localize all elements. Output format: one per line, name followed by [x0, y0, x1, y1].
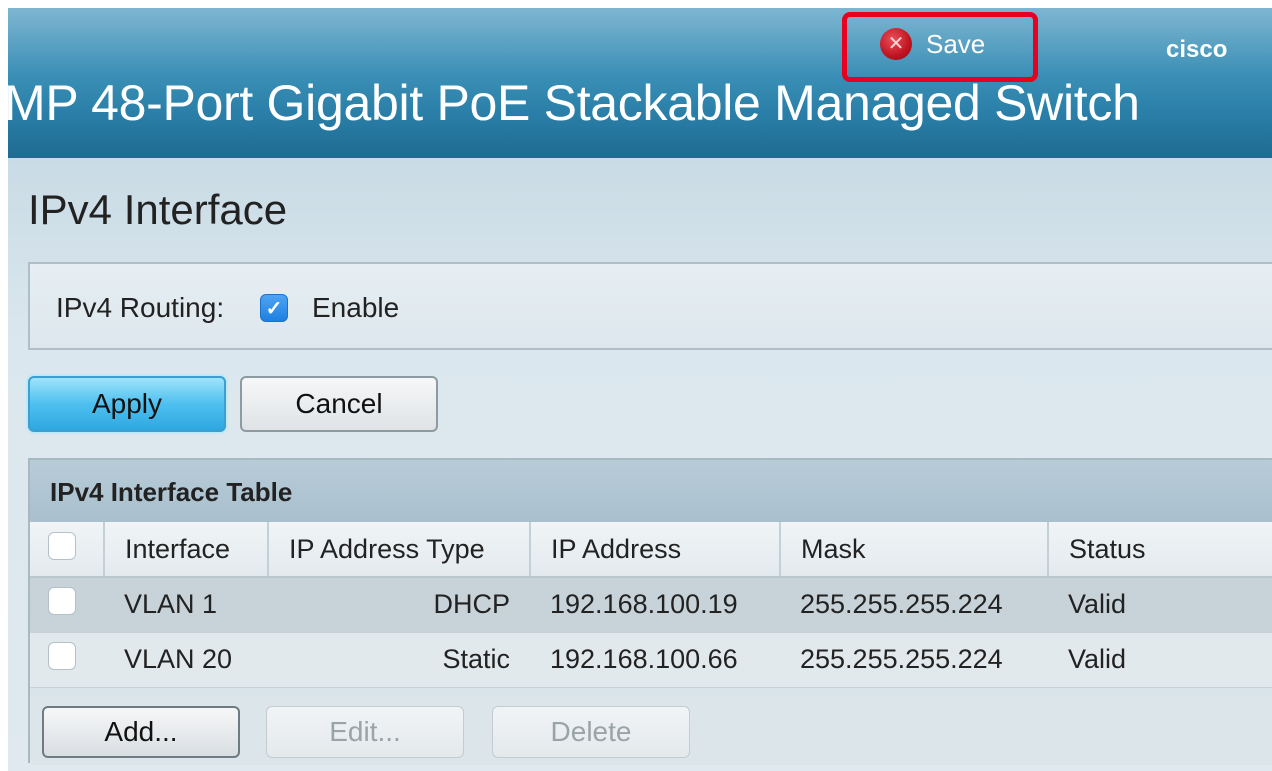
table-caption-label: IPv4 Interface Table	[50, 477, 293, 507]
row-select-cell	[30, 632, 104, 688]
save-alert-icon: ✕	[880, 28, 912, 60]
cell-interface: VLAN 20	[104, 632, 268, 688]
ipv4-interface-table: Interface IP Address Type IP Address Mas…	[30, 522, 1272, 688]
row-select-checkbox[interactable]	[48, 642, 76, 670]
cell-mask: 255.255.255.224	[780, 632, 1048, 688]
cancel-button[interactable]: Cancel	[240, 376, 438, 432]
column-header-ip-address[interactable]: IP Address	[530, 522, 781, 578]
cell-ip-address-type: Static	[268, 632, 530, 688]
table-caption: IPv4 Interface Table	[30, 460, 1272, 522]
column-header-interface[interactable]: Interface	[104, 522, 269, 578]
table-header-row: Interface IP Address Type IP Address Mas…	[30, 522, 1272, 578]
cell-ip-address-type: DHCP	[268, 577, 530, 633]
ipv4-routing-label: IPv4 Routing:	[56, 292, 225, 323]
column-header-mask[interactable]: Mask	[780, 522, 1049, 578]
cell-ip-address: 192.168.100.66	[530, 632, 780, 688]
ipv4-routing-enable-checkbox[interactable]: ✓	[260, 294, 288, 322]
cell-interface: VLAN 1	[104, 577, 268, 633]
column-header-ip-address-type[interactable]: IP Address Type	[268, 522, 531, 578]
product-title: MP 48-Port Gigabit PoE Stackable Managed…	[8, 75, 1140, 131]
row-select-cell	[30, 577, 104, 633]
save-button[interactable]: ✕ Save	[880, 26, 985, 62]
header-select-all-cell	[30, 522, 105, 578]
table-footer: Add... Edit... Delete	[30, 696, 1272, 765]
app-frame: MP 48-Port Gigabit PoE Stackable Managed…	[8, 8, 1272, 771]
column-header-status[interactable]: Status	[1048, 522, 1272, 578]
routing-panel: IPv4 Routing: ✓ Enable	[28, 262, 1272, 350]
page-title: IPv4 Interface	[28, 186, 288, 233]
table-row[interactable]: VLAN 20 Static 192.168.100.66 255.255.25…	[30, 632, 1272, 688]
main-content: IPv4 Interface IPv4 Routing: ✓ Enable Ap…	[8, 158, 1272, 771]
save-label: Save	[926, 28, 986, 59]
cisco-logo: cisco	[1166, 36, 1228, 63]
apply-button[interactable]: Apply	[28, 376, 226, 432]
edit-button[interactable]: Edit...	[266, 706, 464, 758]
header-banner: MP 48-Port Gigabit PoE Stackable Managed…	[8, 8, 1272, 158]
delete-button[interactable]: Delete	[492, 706, 690, 758]
cell-status: Valid	[1048, 632, 1272, 688]
row-select-checkbox[interactable]	[48, 587, 76, 616]
add-button[interactable]: Add...	[42, 706, 240, 758]
cell-status: Valid	[1048, 577, 1272, 633]
enable-label: Enable	[312, 292, 400, 323]
select-all-checkbox[interactable]	[48, 531, 76, 560]
ipv4-interface-table-panel: IPv4 Interface Table Interface IP Addres…	[28, 458, 1272, 765]
table-row[interactable]: VLAN 1 DHCP 192.168.100.19 255.255.255.2…	[30, 577, 1272, 633]
cell-ip-address: 192.168.100.19	[530, 577, 780, 633]
cell-mask: 255.255.255.224	[780, 577, 1048, 633]
